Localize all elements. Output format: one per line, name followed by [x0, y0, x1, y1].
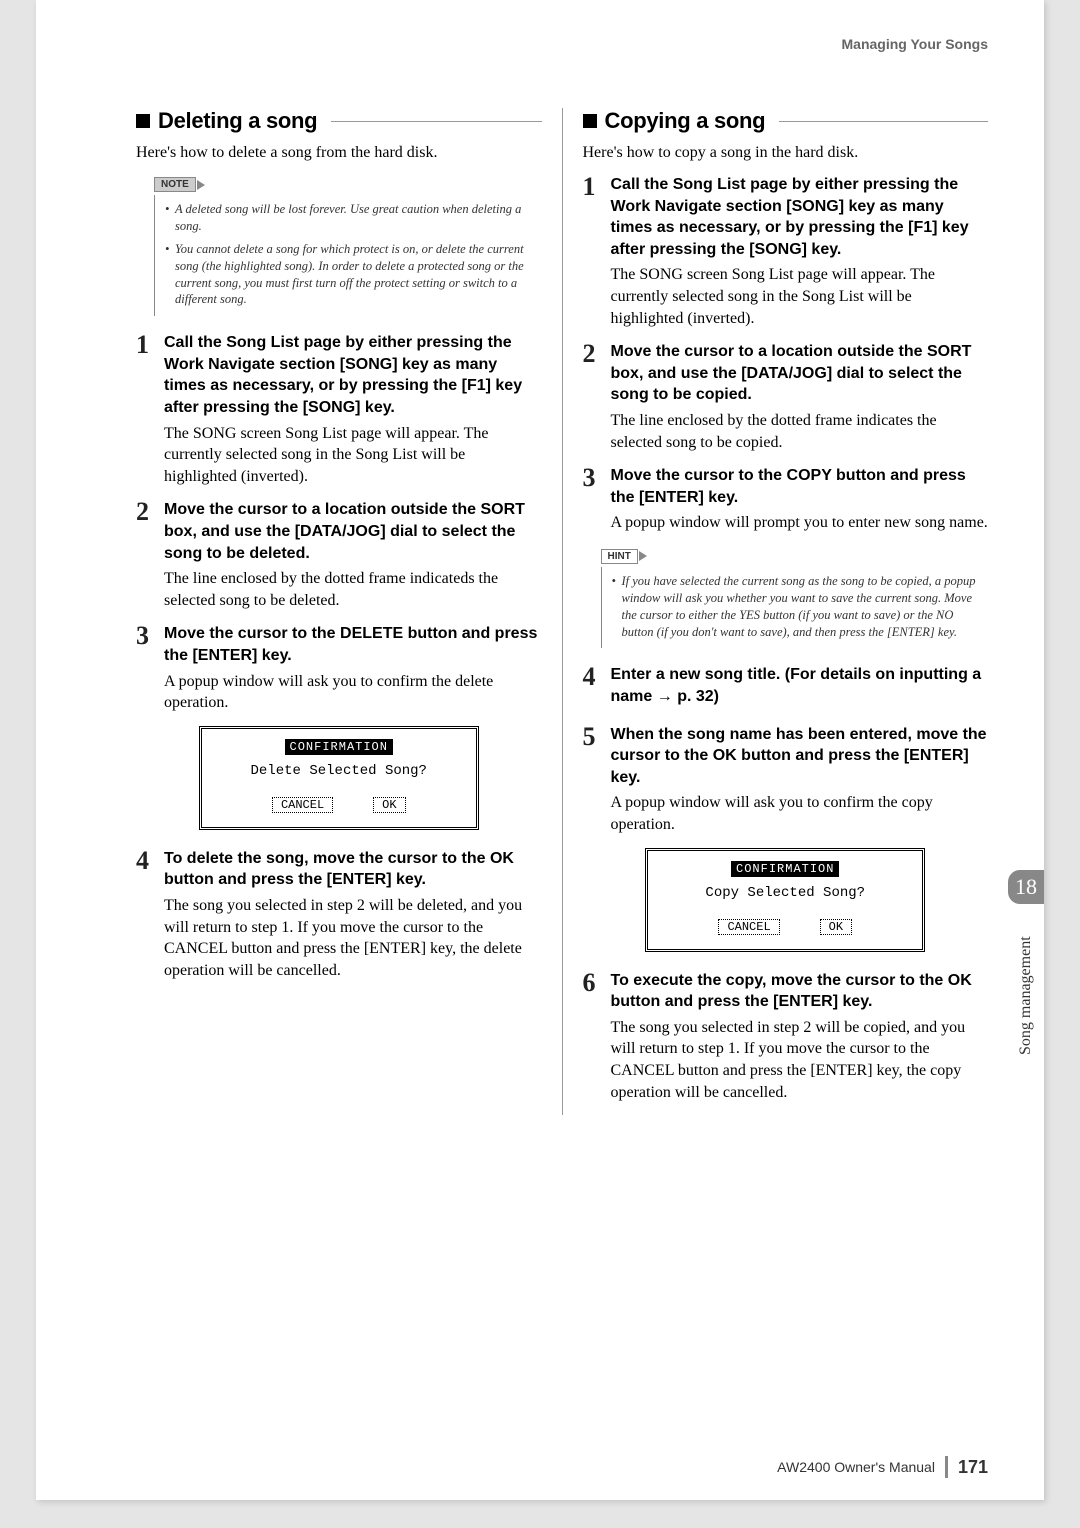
dialog-title: CONFIRMATION — [285, 739, 393, 755]
footer-divider — [945, 1456, 948, 1478]
note-callout: NOTE A deleted song will be lost forever… — [142, 174, 542, 316]
section-title-delete: Deleting a song — [136, 108, 542, 134]
step-2: 2 Move the cursor to a location outside … — [583, 341, 989, 453]
step-3: 3 Move the cursor to the DELETE button a… — [136, 623, 542, 713]
note-item: You cannot delete a song for which prote… — [165, 241, 536, 309]
step-number: 2 — [583, 341, 603, 453]
hint-label: HINT — [601, 549, 638, 564]
cancel-button[interactable]: CANCEL — [272, 797, 333, 813]
step-number: 1 — [136, 332, 156, 487]
intro-text: Here's how to delete a song from the har… — [136, 144, 542, 162]
step-text: The SONG screen Song List page will appe… — [164, 423, 542, 488]
step-heading: Move the cursor to the COPY button and p… — [611, 465, 989, 508]
step-text: A popup window will ask you to confirm t… — [611, 792, 989, 835]
step-heading: Move the cursor to a location outside th… — [164, 499, 542, 564]
step-text: The SONG screen Song List page will appe… — [611, 264, 989, 329]
side-label: Song management — [1017, 916, 1035, 1076]
step-text: The song you selected in step 2 will be … — [164, 895, 542, 981]
confirmation-dialog-copy: CONFIRMATION Copy Selected Song? CANCEL … — [645, 848, 925, 952]
step-heading: Enter a new song title. (For details on … — [611, 664, 989, 707]
step-4: 4 Enter a new song title. (For details o… — [583, 664, 989, 711]
square-bullet-icon — [583, 114, 597, 128]
step-1: 1 Call the Song List page by either pres… — [136, 332, 542, 487]
step-heading: Call the Song List page by either pressi… — [611, 174, 989, 260]
section-title-text: Copying a song — [605, 108, 766, 134]
step-number: 1 — [583, 174, 603, 329]
note-body: A deleted song will be lost forever. Use… — [154, 195, 542, 316]
step-text: A popup window will prompt you to enter … — [611, 512, 989, 534]
step-number: 6 — [583, 970, 603, 1104]
chapter-badge: 18 — [1008, 870, 1044, 904]
rule-line — [331, 121, 541, 122]
step-number: 3 — [136, 623, 156, 713]
page-number: 171 — [958, 1457, 988, 1478]
step-heading-post: p. 32) — [673, 688, 719, 705]
step-number: 3 — [583, 465, 603, 534]
step-5: 5 When the song name has been entered, m… — [583, 724, 989, 836]
ok-button[interactable]: OK — [373, 797, 405, 813]
side-tab: 18 Song management — [1008, 870, 1044, 1076]
left-column: Deleting a song Here's how to delete a s… — [136, 108, 542, 1115]
step-number: 5 — [583, 724, 603, 836]
step-number: 4 — [583, 664, 603, 711]
arrow-right-icon: → — [657, 688, 673, 705]
running-header: Managing Your Songs — [136, 36, 988, 52]
step-heading: When the song name has been entered, mov… — [611, 724, 989, 789]
step-1: 1 Call the Song List page by either pres… — [583, 174, 989, 329]
step-3: 3 Move the cursor to the COPY button and… — [583, 465, 989, 534]
ok-button[interactable]: OK — [820, 919, 852, 935]
step-text: A popup window will ask you to confirm t… — [164, 671, 542, 714]
page-footer: AW2400 Owner's Manual 171 — [777, 1456, 988, 1478]
step-text: The line enclosed by the dotted frame in… — [164, 568, 542, 611]
hint-body: If you have selected the current song as… — [601, 567, 989, 649]
step-heading: Call the Song List page by either pressi… — [164, 332, 542, 418]
note-item: A deleted song will be lost forever. Use… — [165, 201, 536, 235]
step-2: 2 Move the cursor to a location outside … — [136, 499, 542, 611]
intro-text: Here's how to copy a song in the hard di… — [583, 144, 989, 162]
step-text: The song you selected in step 2 will be … — [611, 1017, 989, 1103]
confirmation-dialog-delete: CONFIRMATION Delete Selected Song? CANCE… — [199, 726, 479, 830]
column-separator — [562, 108, 563, 1115]
content-columns: Deleting a song Here's how to delete a s… — [136, 108, 988, 1115]
step-number: 2 — [136, 499, 156, 611]
manual-page: Managing Your Songs Deleting a song Here… — [36, 0, 1044, 1500]
step-text: The line enclosed by the dotted frame in… — [611, 410, 989, 453]
note-label: NOTE — [154, 177, 196, 192]
dialog-message: Copy Selected Song? — [648, 885, 922, 901]
hint-item: If you have selected the current song as… — [612, 573, 983, 641]
square-bullet-icon — [136, 114, 150, 128]
right-column: Copying a song Here's how to copy a song… — [583, 108, 989, 1115]
section-title-text: Deleting a song — [158, 108, 317, 134]
section-title-copy: Copying a song — [583, 108, 989, 134]
footer-product: AW2400 Owner's Manual — [777, 1459, 935, 1475]
dialog-message: Delete Selected Song? — [202, 763, 476, 779]
step-heading: Move the cursor to a location outside th… — [611, 341, 989, 406]
step-number: 4 — [136, 848, 156, 982]
step-heading: To execute the copy, move the cursor to … — [611, 970, 989, 1013]
step-heading: To delete the song, move the cursor to t… — [164, 848, 542, 891]
step-6: 6 To execute the copy, move the cursor t… — [583, 970, 989, 1104]
cancel-button[interactable]: CANCEL — [718, 919, 779, 935]
step-4: 4 To delete the song, move the cursor to… — [136, 848, 542, 982]
hint-callout: HINT If you have selected the current so… — [589, 546, 989, 649]
rule-line — [779, 121, 988, 122]
step-heading: Move the cursor to the DELETE button and… — [164, 623, 542, 666]
dialog-title: CONFIRMATION — [731, 861, 839, 877]
